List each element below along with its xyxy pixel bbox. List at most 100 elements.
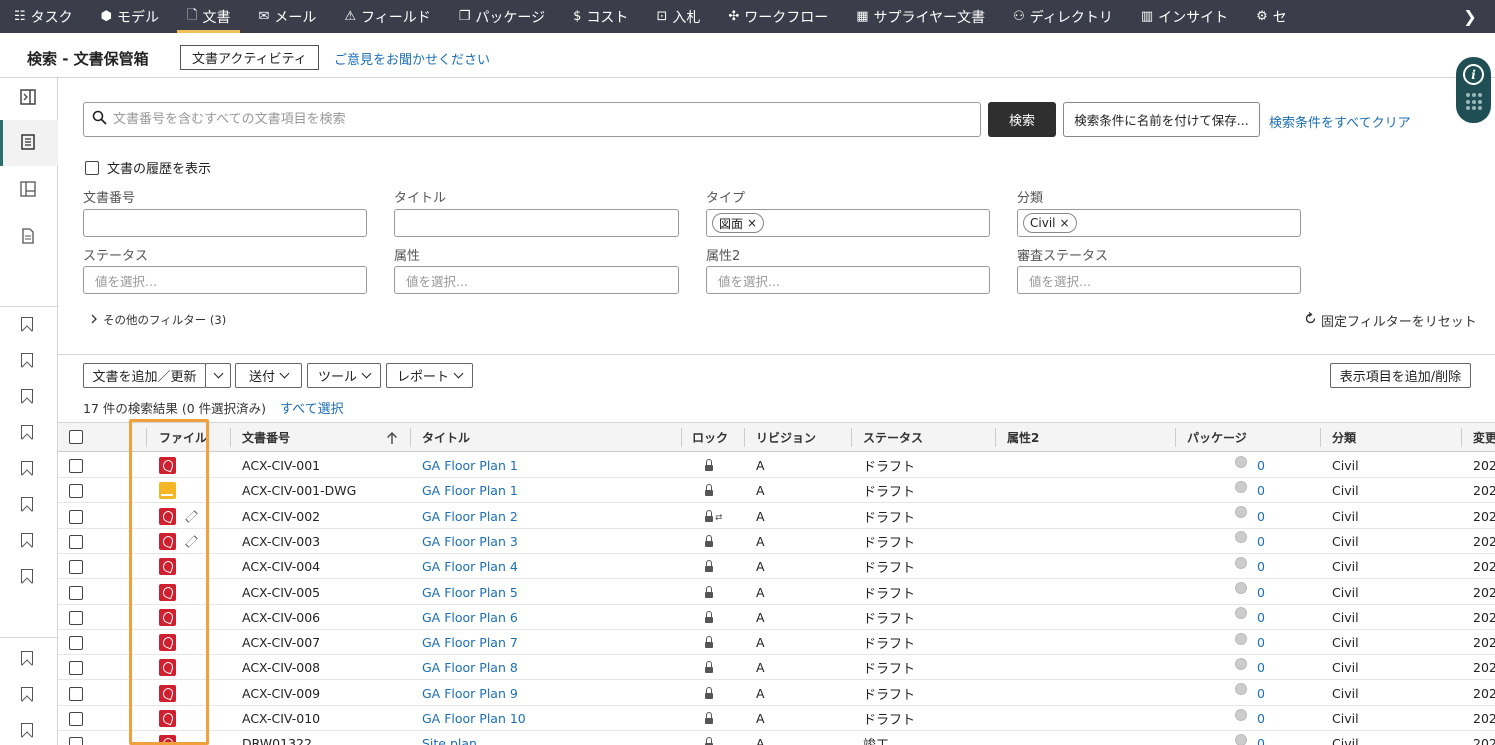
add-update-button[interactable]: 文書を追加／更新 — [83, 363, 206, 388]
bookmark-icon[interactable] — [21, 461, 33, 475]
nav-item-0[interactable]: ☷ タスク — [0, 0, 87, 33]
add-update-dropdown[interactable] — [205, 363, 231, 388]
history-checkbox[interactable]: 文書の履歴を表示 — [85, 158, 211, 177]
package-count-link[interactable]: 0 — [1257, 660, 1265, 675]
nav-more-button[interactable]: ❯ — [1445, 0, 1495, 33]
title-link[interactable]: Site plan — [422, 731, 477, 745]
nav-item-1[interactable]: ⬢ モデル — [87, 0, 173, 33]
bookmark-icon[interactable] — [21, 569, 33, 583]
package-count-link[interactable]: 0 — [1257, 711, 1265, 726]
title-link[interactable]: GA Floor Plan 3 — [422, 529, 518, 554]
dwg-file-icon[interactable] — [159, 482, 176, 500]
nav-item-5[interactable]: ❐ パッケージ — [445, 0, 559, 33]
title-link[interactable]: GA Floor Plan 8 — [422, 655, 518, 680]
reset-fixed-filters-button[interactable]: 固定フィルターをリセット — [1304, 311, 1477, 330]
nav-item-10[interactable]: ⚇ ディレクトリ — [999, 0, 1127, 33]
row-checkbox[interactable] — [69, 737, 83, 745]
checkbox-icon[interactable] — [85, 160, 99, 175]
discipline-chip[interactable]: Civil × — [1023, 213, 1077, 233]
pdf-file-icon[interactable] — [159, 558, 176, 576]
col-file[interactable]: ファイル — [159, 423, 207, 452]
layout-panel-icon[interactable] — [19, 180, 37, 198]
attribute-select[interactable]: 値を選択... — [394, 266, 679, 294]
pdf-file-icon[interactable] — [159, 710, 176, 727]
bookmark-icon[interactable] — [21, 497, 33, 511]
title-link[interactable]: GA Floor Plan 7 — [422, 630, 518, 655]
expand-panel-icon[interactable] — [19, 88, 37, 106]
package-count-link[interactable]: 0 — [1257, 736, 1265, 745]
col-revision[interactable]: リビジョン — [756, 423, 816, 452]
attribute2-select[interactable]: 値を選択... — [706, 266, 990, 294]
row-checkbox[interactable] — [69, 560, 83, 575]
bookmark-icon[interactable] — [21, 687, 33, 701]
title-link[interactable]: GA Floor Plan 6 — [422, 605, 518, 630]
col-attribute2[interactable]: 属性2 — [1007, 423, 1039, 452]
nav-item-7[interactable]: ⊡ 入札 — [642, 0, 714, 33]
row-checkbox[interactable] — [69, 484, 83, 499]
col-title[interactable]: タイトル — [422, 423, 470, 452]
document-list-icon[interactable] — [19, 133, 37, 151]
title-link[interactable]: GA Floor Plan 9 — [422, 681, 518, 706]
pdf-file-icon[interactable] — [159, 608, 176, 626]
row-checkbox[interactable] — [69, 534, 83, 549]
col-status[interactable]: ステータス — [863, 423, 923, 452]
type-field[interactable]: 図面 × — [706, 209, 990, 237]
title-link[interactable]: GA Floor Plan 2 — [422, 504, 518, 529]
title-link[interactable]: GA Floor Plan 1 — [422, 453, 518, 478]
doc-number-field[interactable] — [83, 209, 367, 237]
package-count-link[interactable]: 0 — [1257, 534, 1265, 549]
type-chip[interactable]: 図面 × — [712, 213, 765, 233]
nav-item-11[interactable]: ▥ インサイト — [1127, 0, 1242, 33]
pdf-file-icon[interactable] — [159, 507, 176, 525]
table-row[interactable]: ACX-CIV-008 GA Floor Plan 8 A ドラフト 0 Civil 202 — [58, 655, 1495, 681]
title-link[interactable]: GA Floor Plan 4 — [422, 554, 518, 579]
package-count-link[interactable]: 0 — [1257, 686, 1265, 701]
feedback-link[interactable]: ご意見をお聞かせください — [334, 49, 490, 68]
pdf-file-icon[interactable] — [159, 457, 176, 474]
col-doc-number[interactable]: 文書番号 — [242, 423, 290, 452]
pdf-file-icon[interactable] — [159, 532, 176, 550]
title-link[interactable]: GA Floor Plan 5 — [422, 580, 518, 605]
pdf-file-icon[interactable] — [159, 659, 176, 677]
pencil-icon[interactable] — [185, 535, 198, 548]
package-count-link[interactable]: 0 — [1257, 483, 1265, 498]
bookmark-icon[interactable] — [21, 425, 33, 439]
clear-all-link[interactable]: 検索条件をすべてクリア — [1269, 112, 1411, 131]
col-modified[interactable]: 変更 — [1473, 423, 1495, 452]
nav-item-3[interactable]: ✉ メール — [244, 0, 330, 33]
grip-dots-icon[interactable] — [1466, 93, 1482, 111]
bookmark-icon[interactable] — [21, 353, 33, 367]
package-count-link[interactable]: 0 — [1257, 458, 1265, 473]
nav-item-4[interactable]: ⚠ フィールド — [330, 0, 444, 33]
bookmark-icon[interactable] — [21, 389, 33, 403]
sort-up-icon[interactable] — [386, 423, 398, 452]
package-count-link[interactable]: 0 — [1257, 635, 1265, 650]
table-row[interactable]: ACX-CIV-004 GA Floor Plan 4 A ドラフト 0 Civil 202 — [58, 554, 1495, 580]
col-package[interactable]: パッケージ — [1187, 423, 1247, 452]
bookmark-icon[interactable] — [21, 651, 33, 665]
bookmark-icon[interactable] — [21, 317, 33, 331]
package-count-link[interactable]: 0 — [1257, 509, 1265, 524]
send-button[interactable]: 送付 — [235, 363, 302, 388]
row-checkbox[interactable] — [69, 636, 83, 651]
table-row[interactable]: ACX-CIV-003 GA Floor Plan 3 A ドラフト 0 Civil 202 — [58, 529, 1495, 554]
pdf-file-icon[interactable] — [159, 735, 176, 745]
table-row[interactable]: ACX-CIV-009 GA Floor Plan 9 A ドラフト 0 Civil 202 — [58, 681, 1495, 706]
more-filters-toggle[interactable]: その他のフィルター (3) — [90, 312, 226, 328]
review-status-select[interactable]: 値を選択... — [1017, 266, 1301, 294]
report-button[interactable]: レポート — [386, 363, 473, 388]
row-checkbox[interactable] — [69, 585, 83, 600]
table-row[interactable]: DRW01322 Site plan A 竣工 0 Civil 202 — [58, 731, 1495, 745]
report-doc-icon[interactable] — [19, 227, 37, 245]
info-icon[interactable]: i — [1463, 64, 1484, 85]
row-checkbox[interactable] — [69, 610, 83, 625]
pdf-file-icon[interactable] — [159, 684, 176, 702]
table-row[interactable]: ACX-CIV-010 GA Floor Plan 10 A ドラフト 0 Civil 20… — [58, 706, 1495, 731]
close-icon[interactable]: × — [747, 216, 757, 230]
tools-button[interactable]: ツール — [307, 363, 381, 388]
bookmark-icon[interactable] — [21, 723, 33, 737]
search-input[interactable] — [113, 112, 973, 127]
table-row[interactable]: ACX-CIV-005 GA Floor Plan 5 A ドラフト 0 Civil 202 — [58, 580, 1495, 605]
col-discipline[interactable]: 分類 — [1332, 423, 1356, 452]
row-checkbox[interactable] — [69, 686, 83, 701]
